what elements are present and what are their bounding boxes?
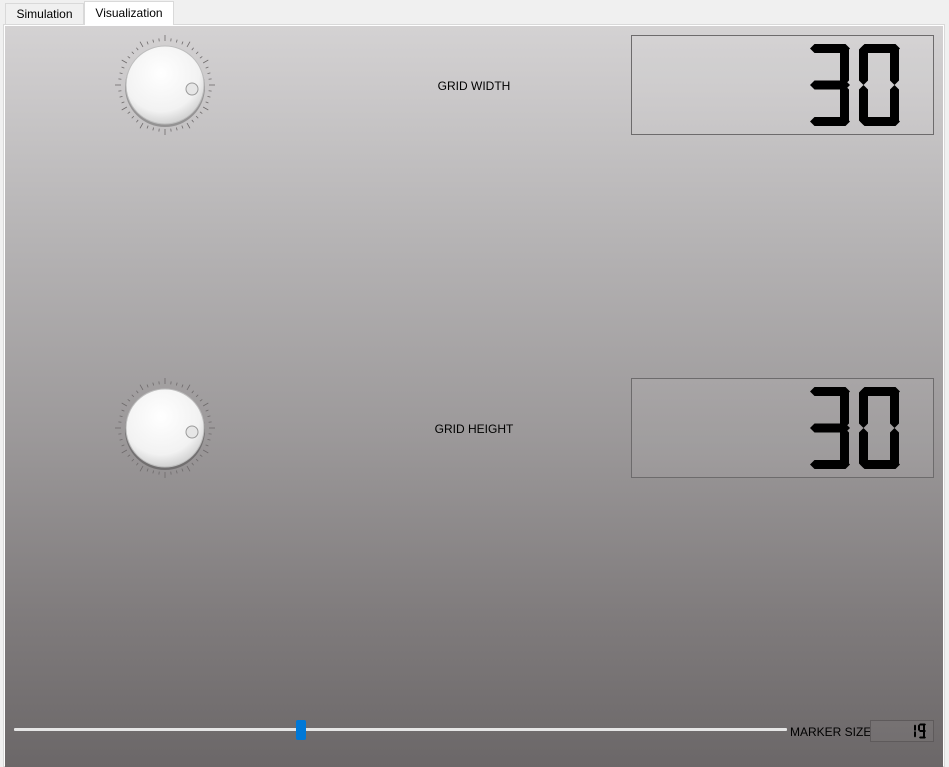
- knob-tick: [131, 115, 135, 119]
- knob-tick: [121, 449, 128, 454]
- knob-tick: [119, 439, 123, 441]
- lcd-digit: [918, 723, 926, 739]
- rotary-knob-icon: [115, 35, 215, 135]
- knob-tick: [127, 454, 131, 457]
- knob-tick: [121, 402, 128, 407]
- knob-tick: [127, 56, 131, 59]
- knob-tick: [207, 96, 211, 98]
- knob-tick: [186, 41, 191, 48]
- knob-tick: [131, 51, 135, 55]
- knob-tick: [136, 119, 139, 123]
- grid-width-label: GRID WIDTH: [437, 79, 511, 93]
- rotary-knob-icon: [115, 378, 215, 478]
- knob-tick: [127, 111, 131, 114]
- grid-height-display: [631, 378, 934, 478]
- knob-tick: [207, 439, 211, 441]
- knob-tick: [176, 127, 178, 131]
- knob-tick: [186, 122, 191, 129]
- knob-tick: [131, 458, 135, 462]
- knob-tick: [199, 56, 203, 59]
- knob-tick: [146, 125, 149, 129]
- knob-tick: [119, 415, 123, 417]
- knob-tick: [136, 462, 139, 466]
- knob-tick: [121, 106, 128, 111]
- knob-tick: [131, 394, 135, 398]
- knob-tick: [202, 59, 209, 64]
- knob-tick: [202, 106, 209, 111]
- knob-tick: [191, 462, 194, 466]
- marker-size-slider-thumb[interactable]: [296, 720, 307, 740]
- knob-tick: [139, 465, 144, 472]
- marker-size-label: MARKER SIZE: [790, 725, 872, 739]
- grid-width-knob[interactable]: [113, 33, 217, 137]
- knob-tick: [195, 394, 199, 398]
- knob-tick: [205, 66, 209, 69]
- knob-tick: [121, 409, 125, 412]
- knob-tick: [195, 115, 199, 119]
- knob-tick: [152, 39, 154, 43]
- knob-tick: [186, 465, 191, 472]
- marker-size-display: [870, 720, 934, 742]
- grid-height-value: [810, 387, 900, 469]
- knob-tick: [176, 470, 178, 474]
- knob-tick: [152, 127, 154, 131]
- knob-tick: [139, 122, 144, 129]
- knob-tick: [195, 458, 199, 462]
- knob-tick: [207, 415, 211, 417]
- knob-tick: [121, 101, 125, 104]
- knob-tick: [136, 390, 139, 394]
- grid-width-display: [631, 35, 934, 135]
- knob-tick: [181, 468, 184, 472]
- knob-tick: [202, 402, 209, 407]
- tab-strip: Simulation Visualization: [0, 0, 949, 25]
- marker-size-value: [914, 723, 926, 739]
- knob-tick: [195, 51, 199, 55]
- knob-tick: [176, 382, 178, 386]
- knob-tick: [139, 384, 144, 391]
- knob-tick: [181, 41, 184, 45]
- lcd-digit: [914, 724, 916, 738]
- knob-tick: [139, 41, 144, 48]
- knob-tick: [191, 47, 194, 51]
- knob-tick: [146, 384, 149, 388]
- knob-tick: [191, 119, 194, 123]
- knob-indicator: [185, 82, 199, 96]
- knob-tick: [205, 409, 209, 412]
- knob-tick: [199, 111, 203, 114]
- tab-visualization[interactable]: Visualization: [84, 1, 174, 25]
- knob-tick: [136, 47, 139, 51]
- knob-tick: [207, 72, 211, 74]
- knob-tick: [121, 66, 125, 69]
- knob-tick: [191, 390, 194, 394]
- marker-size-slider[interactable]: [14, 728, 787, 731]
- knob-indicator: [185, 425, 199, 439]
- knob-tick: [152, 470, 154, 474]
- grid-height-knob[interactable]: [113, 376, 217, 480]
- knob-tick: [127, 399, 131, 402]
- knob-tick: [186, 384, 191, 391]
- knob-tick: [199, 454, 203, 457]
- tab-simulation[interactable]: Simulation: [5, 3, 84, 24]
- knob-tick: [119, 72, 123, 74]
- lcd-digit: [859, 387, 900, 469]
- knob-tick: [205, 101, 209, 104]
- knob-tick: [176, 39, 178, 43]
- lcd-digit: [810, 44, 850, 126]
- grid-height-label: GRID HEIGHT: [434, 422, 514, 436]
- knob-tick: [202, 449, 209, 454]
- grid-width-value: [810, 44, 900, 126]
- knob-tick: [152, 382, 154, 386]
- knob-tick: [205, 444, 209, 447]
- lcd-digit: [859, 44, 900, 126]
- knob-tick: [119, 96, 123, 98]
- knob-tick: [181, 384, 184, 388]
- knob-tick: [181, 125, 184, 129]
- knob-tick: [146, 468, 149, 472]
- knob-tick: [146, 41, 149, 45]
- knob-tick: [199, 399, 203, 402]
- knob-tick: [121, 444, 125, 447]
- knob-tick: [121, 59, 128, 64]
- lcd-digit: [810, 387, 850, 469]
